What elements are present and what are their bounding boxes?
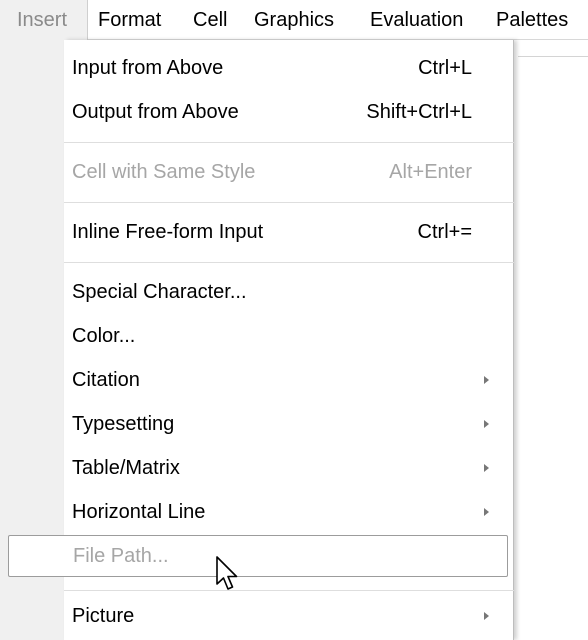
menu-item-picture[interactable]: Picture bbox=[64, 594, 514, 638]
chevron-right-icon bbox=[484, 420, 489, 428]
menu-palettes[interactable]: Palettes bbox=[496, 0, 568, 40]
mouse-pointer-icon bbox=[216, 556, 238, 590]
menu-item-shortcut: Ctrl+L bbox=[418, 57, 472, 79]
chevron-right-icon bbox=[484, 464, 489, 472]
menu-item-file-path: File Path... bbox=[8, 535, 508, 577]
menu-item-shortcut: Ctrl+= bbox=[417, 221, 472, 243]
menu-item-table-matrix[interactable]: Table/Matrix bbox=[64, 446, 514, 490]
app-window: Insert Format Cell Graphics Evaluation P… bbox=[0, 0, 588, 640]
menu-format[interactable]: Format bbox=[98, 0, 161, 40]
menu-bar: Insert Format Cell Graphics Evaluation P… bbox=[0, 0, 588, 40]
chevron-right-icon bbox=[484, 612, 489, 620]
menu-item-output-from-above[interactable]: Output from Above Shift+Ctrl+L bbox=[64, 90, 514, 134]
menu-item-label: Inline Free-form Input bbox=[72, 221, 264, 243]
menu-item-label: Typesetting bbox=[72, 413, 175, 435]
menu-item-label: Input from Above bbox=[72, 57, 224, 79]
menu-item-inline-free-form-input[interactable]: Inline Free-form Input Ctrl+= bbox=[64, 210, 514, 254]
menu-evaluation[interactable]: Evaluation bbox=[370, 0, 463, 40]
menu-separator bbox=[64, 142, 514, 143]
chevron-right-icon bbox=[484, 508, 489, 516]
menu-item-label: Special Character... bbox=[72, 281, 247, 303]
menu-item-label: Picture bbox=[72, 605, 135, 627]
menu-item-label: Citation bbox=[72, 369, 140, 391]
menu-item-label: Horizontal Line bbox=[72, 501, 206, 523]
menu-item-label: Output from Above bbox=[72, 101, 239, 123]
menu-item-input-from-above[interactable]: Input from Above Ctrl+L bbox=[64, 46, 514, 90]
menu-item-label: File Path... bbox=[73, 545, 169, 567]
menu-item-shortcut: Alt+Enter bbox=[389, 161, 472, 183]
menu-item-typesetting[interactable]: Typesetting bbox=[64, 402, 514, 446]
menu-item-color[interactable]: Color... bbox=[64, 314, 514, 358]
menu-item-special-character[interactable]: Special Character... bbox=[64, 270, 514, 314]
content-divider bbox=[518, 56, 588, 57]
menu-insert[interactable]: Insert bbox=[17, 0, 67, 40]
menu-item-citation[interactable]: Citation bbox=[64, 358, 514, 402]
menu-graphics[interactable]: Graphics bbox=[254, 0, 334, 40]
menu-item-horizontal-line[interactable]: Horizontal Line bbox=[64, 490, 514, 534]
menu-item-shortcut: Shift+Ctrl+L bbox=[366, 101, 472, 123]
menu-item-label: Cell with Same Style bbox=[72, 161, 256, 183]
menu-separator bbox=[64, 590, 514, 591]
menu-separator bbox=[64, 262, 514, 263]
chevron-right-icon bbox=[484, 376, 489, 384]
menu-item-cell-with-same-style: Cell with Same Style Alt+Enter bbox=[64, 150, 514, 194]
menu-item-label: Color... bbox=[72, 325, 136, 347]
menu-item-label: Table/Matrix bbox=[72, 457, 180, 479]
menu-separator bbox=[64, 202, 514, 203]
menu-cell[interactable]: Cell bbox=[193, 0, 227, 40]
